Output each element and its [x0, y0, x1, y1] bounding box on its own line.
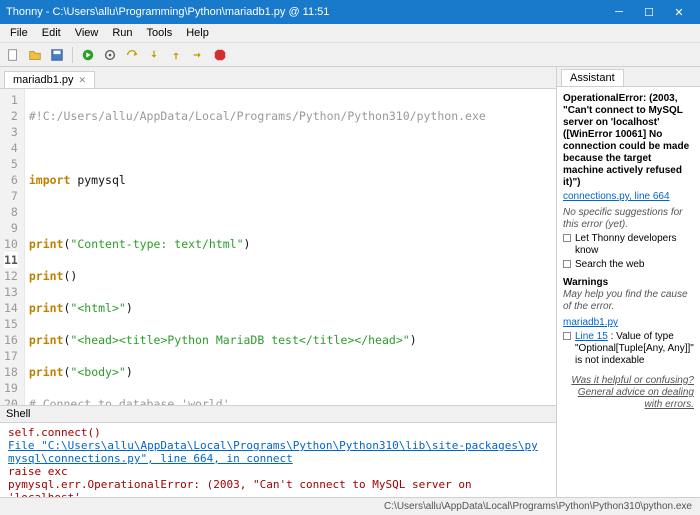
- assistant-option-report[interactable]: Let Thonny developers know: [563, 233, 694, 257]
- traceback-link[interactable]: File "C:\Users\allu\AppData\Local\Progra…: [8, 439, 538, 465]
- assistant-tab[interactable]: Assistant: [561, 69, 624, 86]
- expand-icon: [563, 260, 571, 268]
- debug-button[interactable]: [101, 46, 119, 64]
- menu-edit[interactable]: Edit: [36, 26, 67, 40]
- interpreter-path: C:\Users\allu\AppData\Local\Programs\Pyt…: [384, 501, 692, 512]
- expand-icon: [563, 332, 571, 340]
- warning-item[interactable]: Line 15 : Value of type "Optional[Tuple[…: [563, 331, 694, 367]
- assistant-source-link[interactable]: connections.py, line 664: [563, 191, 670, 202]
- editor-tab[interactable]: mariadb1.py ✕: [4, 71, 95, 88]
- statusbar: C:\Users\allu\AppData\Local\Programs\Pyt…: [0, 497, 700, 515]
- assistant-option-search[interactable]: Search the web: [563, 259, 694, 271]
- maximize-button[interactable]: ☐: [634, 0, 664, 24]
- run-button[interactable]: [79, 46, 97, 64]
- editor-tab-label: mariadb1.py: [13, 74, 74, 86]
- advice-link[interactable]: General advice on dealing with errors.: [578, 387, 694, 410]
- step-out-button[interactable]: [167, 46, 185, 64]
- assistant-error-header: OperationalError: (2003, "Can't connect …: [563, 93, 694, 189]
- warnings-subtitle: May help you find the cause of the error…: [563, 289, 694, 313]
- menu-run[interactable]: Run: [106, 26, 138, 40]
- menu-view[interactable]: View: [69, 26, 105, 40]
- step-over-button[interactable]: [123, 46, 141, 64]
- minimize-button[interactable]: ─: [604, 0, 634, 24]
- toolbar: [0, 43, 700, 67]
- titlebar: Thonny - C:\Users\allu\Programming\Pytho…: [0, 0, 700, 24]
- editor-tabbar: mariadb1.py ✕: [0, 67, 556, 89]
- save-button[interactable]: [48, 46, 66, 64]
- code-content[interactable]: #!C:/Users/allu/AppData/Local/Programs/P…: [25, 89, 556, 405]
- warnings-header: Warnings: [563, 277, 694, 289]
- menubar: File Edit View Run Tools Help: [0, 24, 700, 43]
- code-editor[interactable]: 123456789101112131415161718192021 #!C:/U…: [0, 89, 556, 405]
- new-file-button[interactable]: [4, 46, 22, 64]
- close-tab-icon[interactable]: ✕: [79, 75, 87, 86]
- resume-button[interactable]: [189, 46, 207, 64]
- menu-help[interactable]: Help: [180, 26, 215, 40]
- close-button[interactable]: ✕: [664, 0, 694, 24]
- menu-tools[interactable]: Tools: [141, 26, 179, 40]
- expand-icon: [563, 234, 571, 242]
- open-file-button[interactable]: [26, 46, 44, 64]
- warning-file-link[interactable]: mariadb1.py: [563, 317, 618, 328]
- assistant-panel: Assistant OperationalError: (2003, "Can'…: [557, 67, 700, 497]
- feedback-link[interactable]: Was it helpful or confusing?: [571, 375, 694, 386]
- step-into-button[interactable]: [145, 46, 163, 64]
- window-title: Thonny - C:\Users\allu\Programming\Pytho…: [6, 6, 604, 18]
- assistant-no-suggestions: No specific suggestions for this error (…: [563, 207, 694, 231]
- shell-output[interactable]: self.connect() File "C:\Users\allu\AppDa…: [0, 423, 556, 497]
- stop-button[interactable]: [211, 46, 229, 64]
- shell-tab[interactable]: Shell: [0, 405, 556, 423]
- menu-file[interactable]: File: [4, 26, 34, 40]
- line-gutter: 123456789101112131415161718192021: [0, 89, 25, 405]
